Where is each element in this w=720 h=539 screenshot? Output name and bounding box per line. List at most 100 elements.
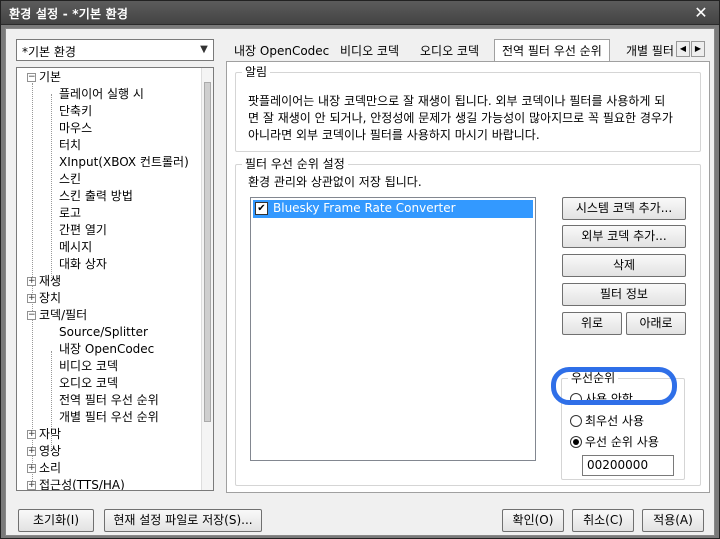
tree-item-label: 재생	[39, 274, 62, 288]
tree-item-label: 로고	[59, 206, 82, 220]
tree-item-mouse[interactable]: 마우스	[59, 120, 92, 137]
delete-button[interactable]: 삭제	[562, 254, 686, 277]
tree-item-skin-output[interactable]: 스킨 출력 방법	[59, 188, 133, 205]
radio-use-priority[interactable]: 우선 순위 사용	[570, 434, 659, 450]
tree-item-label: 스킨	[59, 172, 82, 186]
tab-global-filter-priority[interactable]: 전역 필터 우선 순위	[494, 39, 610, 62]
profile-select-value: *기본 환경	[22, 45, 76, 59]
notice-title: 알림	[242, 65, 271, 79]
tree-item-label: 스킨 출력 방법	[59, 189, 133, 203]
tree-item-codec-filter[interactable]: − 코덱/필터	[27, 307, 87, 324]
save-current-button[interactable]: 현재 설정 파일로 저장(S)...	[104, 509, 262, 532]
apply-button[interactable]: 적용(A)	[642, 509, 704, 532]
tab-scroll-left-icon[interactable]: ◀	[676, 41, 690, 57]
tree-item-label: 개별 필터 우선 순위	[59, 410, 159, 424]
tree-item-xinput[interactable]: XInput(XBOX 컨트롤러)	[59, 154, 189, 171]
tree-item-source-splitter[interactable]: Source/Splitter	[59, 324, 148, 341]
move-up-button[interactable]: 위로	[562, 312, 622, 335]
tree-item-touch[interactable]: 터치	[59, 137, 81, 154]
tab-scroll-right-icon[interactable]: ▶	[691, 41, 705, 57]
tree-item-device[interactable]: + 장치	[27, 290, 61, 307]
title-bar: 환경 설정 - *기본 환경 ✕	[1, 1, 719, 25]
tree-item-label: 메시지	[59, 240, 93, 254]
annotation-highlight	[551, 367, 677, 405]
add-external-codec-button[interactable]: 외부 코덱 추가...	[562, 225, 686, 248]
tree-item-quick-open[interactable]: 간편 열기	[59, 222, 107, 239]
tree-item-label: 오디오 코덱	[59, 376, 119, 390]
collapse-icon[interactable]: −	[27, 311, 36, 320]
tree-item-logo[interactable]: 로고	[59, 205, 81, 222]
tab-audio-codec[interactable]: 오디오 코덱	[412, 41, 487, 61]
tab-strip: 내장 OpenCodec 비디오 코덱 오디오 코덱 전역 필터 우선 순위 개…	[226, 39, 710, 62]
filter-info-button[interactable]: 필터 정보	[562, 283, 686, 306]
tree-item-audio-codec[interactable]: 오디오 코덱	[59, 375, 118, 392]
tab-opencodec[interactable]: 내장 OpenCodec	[226, 41, 337, 61]
tree-item-label: 장치	[39, 291, 62, 305]
tree-item-label: 접근성(TTS/HA)	[39, 478, 125, 491]
priority-value-input[interactable]: 00200000	[582, 455, 674, 476]
radio-highest-priority[interactable]: 최우선 사용	[570, 413, 644, 429]
radio-button-selected[interactable]	[570, 435, 582, 448]
tree-item-sound[interactable]: + 소리	[27, 460, 61, 477]
chevron-down-icon[interactable]: ▼	[195, 40, 213, 60]
tree-item-global-filter-priority[interactable]: 전역 필터 우선 순위	[59, 392, 159, 409]
reset-button[interactable]: 초기화(I)	[18, 509, 94, 532]
filter-checkbox[interactable]: ✔	[255, 202, 268, 215]
tree-item-playback[interactable]: + 재생	[27, 273, 61, 290]
filter-list[interactable]: ✔ Bluesky Frame Rate Converter	[250, 197, 536, 461]
expand-icon[interactable]: +	[27, 447, 36, 456]
expand-icon[interactable]: +	[27, 481, 36, 490]
tree-item-label: XInput(XBOX 컨트롤러)	[59, 155, 189, 169]
tree-item-label: 코덱/필터	[39, 308, 88, 322]
tree-item-player-start[interactable]: 플레이어 실행 시	[59, 86, 144, 103]
tab-video-codec[interactable]: 비디오 코덱	[332, 41, 407, 61]
tree-item-accessibility[interactable]: + 접근성(TTS/HA)	[27, 477, 125, 491]
tree-item-shortcuts[interactable]: 단축키	[59, 103, 92, 120]
move-down-button[interactable]: 아래로	[626, 312, 686, 335]
tab-page: 알림 팟플레이어는 내장 코덱만으로 잘 재생이 됩니다. 외부 코덱이나 필터…	[226, 61, 710, 493]
dialog-body: *기본 환경 ▼ − 기본 플레이어 실행 시 단축키 마우스 터치 XInput…	[5, 28, 715, 536]
expand-icon[interactable]: +	[27, 294, 36, 303]
close-icon[interactable]: ✕	[691, 3, 711, 23]
cancel-button[interactable]: 취소(C)	[572, 509, 634, 532]
tree-item-opencodec[interactable]: 내장 OpenCodec	[59, 341, 154, 358]
tree-item-label: 마우스	[59, 121, 93, 135]
tree-item-video-codec[interactable]: 비디오 코덱	[59, 358, 118, 375]
tree-item-label: 영상	[39, 444, 62, 458]
settings-window: 환경 설정 - *기본 환경 ✕ *기본 환경 ▼ − 기본 플레이어 실행 시 …	[0, 0, 720, 539]
expand-icon[interactable]: +	[27, 277, 36, 286]
tree-item-label: 소리	[39, 461, 62, 475]
tree-item-label: 내장 OpenCodec	[59, 342, 155, 356]
tab-individual-filter[interactable]: 개별 필터	[618, 41, 682, 61]
collapse-icon[interactable]: −	[27, 73, 36, 82]
tree-scrollbar-thumb[interactable]	[204, 82, 211, 422]
ok-button[interactable]: 확인(O)	[502, 509, 564, 532]
tree-scrollbar[interactable]	[201, 68, 213, 490]
add-system-codec-button[interactable]: 시스템 코덱 추가...	[562, 197, 686, 220]
expand-icon[interactable]: +	[27, 464, 36, 473]
tree-item-label: 플레이어 실행 시	[59, 87, 144, 101]
tree-item-label: 전역 필터 우선 순위	[59, 393, 159, 407]
notice-text: 팟플레이어는 내장 코덱만으로 잘 재생이 됩니다. 외부 코덱이나 필터를 사…	[248, 93, 688, 144]
profile-select[interactable]: *기본 환경 ▼	[16, 39, 214, 61]
tree-item-dialogs[interactable]: 대화 상자	[59, 256, 107, 273]
tree-item-label: Source/Splitter	[59, 325, 148, 339]
dialog-button-bar: 초기화(I) 현재 설정 파일로 저장(S)... 확인(O) 취소(C) 적용…	[6, 503, 714, 535]
filter-priority-title: 필터 우선 순위 설정	[242, 157, 348, 171]
tree-item-basic[interactable]: − 기본	[27, 69, 61, 86]
list-item[interactable]: ✔ Bluesky Frame Rate Converter	[253, 200, 533, 218]
tree-item-skin[interactable]: 스킨	[59, 171, 81, 188]
tree-item-label: 기본	[39, 70, 62, 84]
tree-item-label: 간편 열기	[59, 223, 107, 237]
tree-item-messages[interactable]: 메시지	[59, 239, 92, 256]
window-title: 환경 설정 - *기본 환경	[9, 7, 129, 21]
notice-line: 면 잘 재생이 안 되거나, 안정성에 문제가 생길 가능성이 많아지므로 꼭 …	[248, 111, 673, 125]
filter-priority-subtitle: 환경 관리와 상관없이 저장 됩니다.	[248, 175, 422, 189]
tree-item-video[interactable]: + 영상	[27, 443, 61, 460]
radio-button[interactable]	[570, 414, 582, 427]
settings-tree: − 기본 플레이어 실행 시 단축키 마우스 터치 XInput(XBOX 컨트롤…	[16, 67, 214, 491]
notice-line: 아니라면 외부 코덱이나 필터를 사용하지 마시기 바랍니다.	[248, 128, 540, 142]
tree-item-individual-filter-priority[interactable]: 개별 필터 우선 순위	[59, 409, 159, 426]
expand-icon[interactable]: +	[27, 430, 36, 439]
tree-item-subtitles[interactable]: + 자막	[27, 426, 61, 443]
